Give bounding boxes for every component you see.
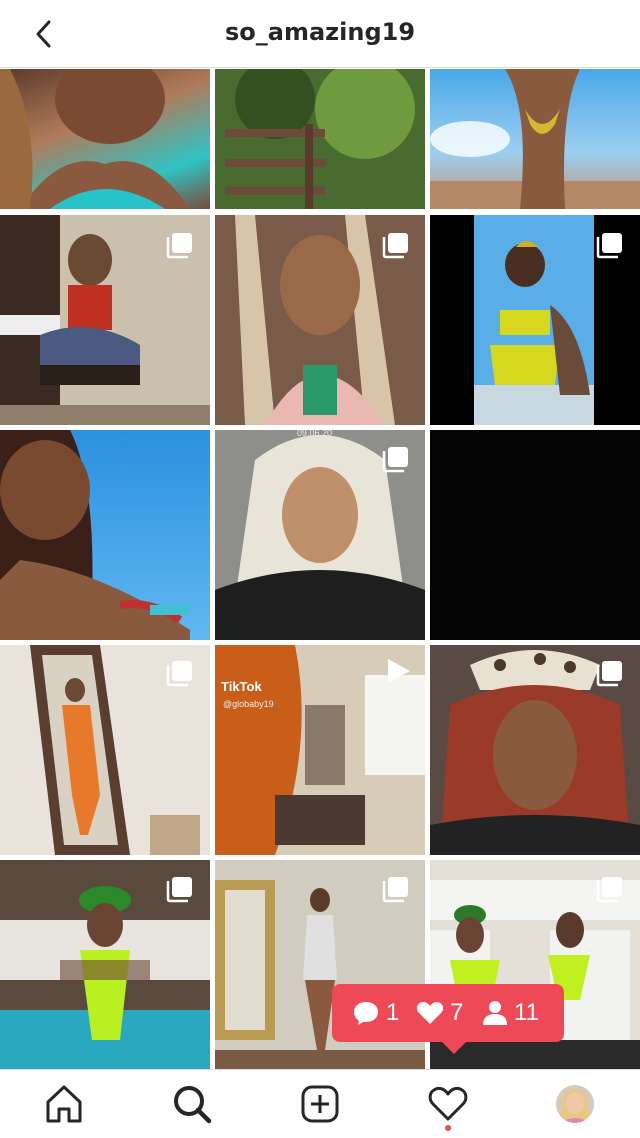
likes-count: 7 (416, 998, 476, 1028)
photo-timestamp: 09.06.20 (297, 430, 333, 438)
multiple-photos-icon (382, 233, 408, 259)
activity-notification-popup[interactable]: 1 7 11 (332, 984, 564, 1054)
multiple-photos-icon (382, 877, 408, 903)
multiple-photos-icon (596, 661, 622, 687)
follows-count: 11 (482, 998, 562, 1028)
add-post-icon (301, 1085, 339, 1123)
post-tile[interactable] (430, 69, 640, 209)
comments-count: 1 (352, 998, 412, 1028)
nav-home[interactable] (42, 1082, 86, 1126)
tiktok-watermark: TikTok (221, 679, 262, 694)
multiple-photos-icon (382, 447, 408, 473)
heart-icon (416, 1002, 444, 1024)
post-tile[interactable] (215, 69, 425, 209)
bottom-navigation (0, 1069, 640, 1138)
nav-activity[interactable] (426, 1082, 470, 1126)
multiple-photos-icon (596, 233, 622, 259)
post-tile[interactable] (0, 430, 210, 640)
person-icon (483, 1001, 507, 1025)
multiple-photos-icon (596, 877, 622, 903)
post-tile[interactable] (0, 69, 210, 209)
comment-icon (354, 1002, 378, 1025)
top-bar: so_amazing19 (0, 0, 640, 68)
video-play-icon (388, 659, 410, 683)
posts-grid: 09.06.20 TikTok @globaby19 (0, 69, 640, 1069)
profile-username: so_amazing19 (224, 18, 416, 46)
multiple-photos-icon (166, 877, 192, 903)
search-icon (174, 1086, 212, 1124)
notification-dot (445, 1125, 451, 1131)
nav-new-post[interactable] (298, 1082, 342, 1126)
home-icon (46, 1085, 82, 1123)
multiple-photos-icon (166, 233, 192, 259)
tiktok-username: @globaby19 (223, 699, 274, 709)
profile-avatar[interactable] (556, 1085, 594, 1123)
multiple-photos-icon (166, 661, 192, 687)
heart-icon (428, 1086, 468, 1121)
nav-search[interactable] (170, 1082, 214, 1126)
post-tile[interactable] (430, 430, 640, 640)
